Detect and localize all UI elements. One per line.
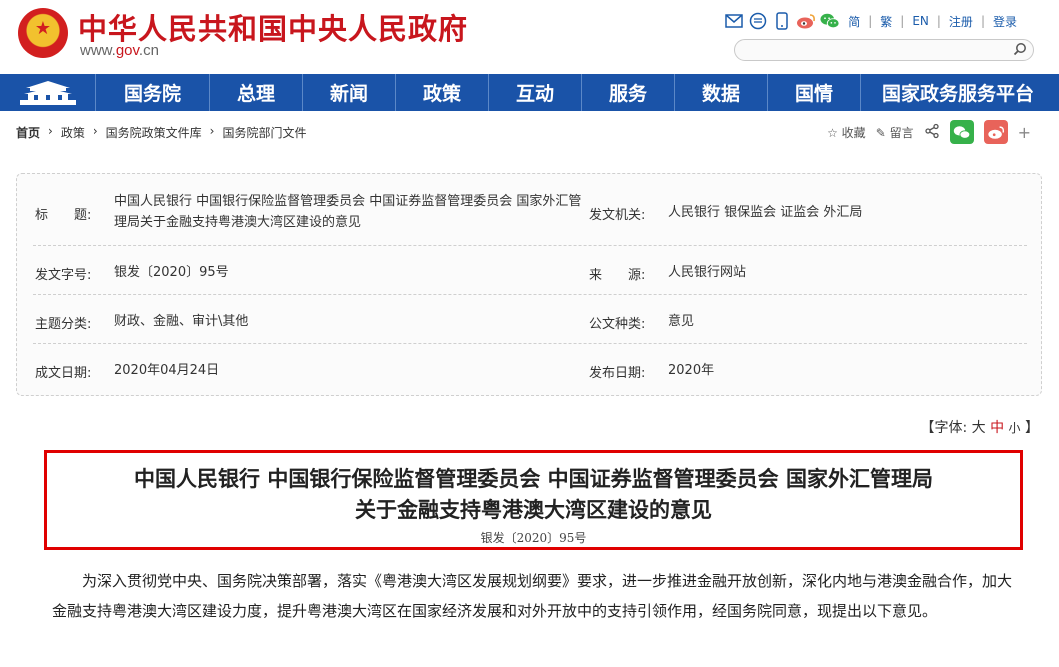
font-size-prefix: 【字体:: [920, 420, 968, 436]
wechat-share-icon[interactable]: [949, 120, 974, 144]
top-tools: 简 | 繁 | EN | 注册 | 登录: [724, 11, 1021, 31]
category-value: 财政、金融、审计\其他: [114, 314, 249, 329]
chevron-right-icon: ›: [209, 124, 215, 138]
simplified-chinese-link[interactable]: 简: [844, 13, 864, 30]
separator: |: [980, 14, 985, 28]
site-url[interactable]: www.gov.cn: [80, 42, 159, 59]
weibo-share-icon[interactable]: [983, 120, 1008, 144]
docno-label: 发文字号:: [35, 268, 92, 283]
comment-label: 留言: [889, 125, 914, 140]
font-size-control: 【字体: 大 中 小 】: [920, 417, 1039, 437]
document-info-table: 标 题: 中国人民银行 中国银行保险监督管理委员会 中国证券监督管理委员会 国家…: [16, 173, 1042, 396]
nav-item-interaction[interactable]: 互动: [489, 74, 582, 111]
separator: |: [868, 14, 873, 28]
breadcrumb-dept-docs[interactable]: 国务院部门文件: [222, 124, 306, 141]
nav-item-services[interactable]: 服务: [582, 74, 675, 111]
nav-item-data[interactable]: 数据: [675, 74, 768, 111]
info-row: 发文字号: 银发〔2020〕95号 来 源: 人民银行网站: [33, 246, 1027, 295]
issuer-label: 发文机关:: [589, 208, 646, 223]
mail-icon[interactable]: [724, 11, 744, 31]
search-input[interactable]: [734, 39, 1034, 61]
traditional-chinese-link[interactable]: 繁: [876, 13, 896, 30]
date-value: 2020年04月24日: [114, 363, 220, 378]
issuer-value: 人民银行 银保监会 证监会 外汇局: [668, 205, 863, 220]
separator: |: [900, 14, 905, 28]
breadcrumb-policy-library[interactable]: 国务院政策文件库: [106, 124, 202, 141]
national-emblem-icon[interactable]: ★: [18, 8, 68, 58]
wechat-icon[interactable]: [820, 11, 840, 31]
source-value: 人民银行网站: [668, 265, 747, 280]
font-size-medium-button[interactable]: 中: [990, 420, 1004, 436]
font-size-small-button[interactable]: 小: [1009, 421, 1021, 435]
breadcrumb-home[interactable]: 首页: [16, 124, 40, 141]
login-link[interactable]: 登录: [989, 13, 1021, 30]
docno-value: 银发〔2020〕95号: [114, 265, 229, 280]
mobile-icon[interactable]: [772, 11, 792, 31]
title-label: 标 题:: [35, 208, 92, 223]
weibo-icon[interactable]: [796, 11, 816, 31]
pencil-icon: ✎: [875, 125, 886, 140]
search-icon[interactable]: [1013, 42, 1027, 60]
main-nav: 国务院 总理 新闻 政策 互动 服务 数据 国情 国家政务服务平台: [0, 74, 1059, 111]
category-label: 主题分类:: [35, 317, 92, 332]
nav-home-tiananmen-icon[interactable]: [0, 74, 96, 111]
info-row: 成文日期: 2020年04月24日 发布日期: 2020年: [33, 344, 1027, 393]
register-link[interactable]: 注册: [945, 13, 977, 30]
nav-item-news[interactable]: 新闻: [303, 74, 396, 111]
date-label: 成文日期:: [35, 366, 92, 381]
doctype-label: 公文种类:: [589, 317, 646, 332]
nav-item-national-info[interactable]: 国情: [768, 74, 861, 111]
separator: |: [936, 14, 941, 28]
chevron-right-icon: ›: [92, 124, 98, 138]
info-row: 主题分类: 财政、金融、审计\其他 公文种类: 意见: [33, 295, 1027, 344]
favorite-label: 收藏: [841, 125, 866, 140]
publish-label: 发布日期:: [589, 366, 646, 381]
star-icon: ☆: [827, 125, 838, 140]
chevron-right-icon: ›: [48, 124, 53, 138]
share-icon[interactable]: [924, 123, 940, 142]
site-header: ★ 中华人民共和国中央人民政府 www.gov.cn 简 | 繁 | EN | …: [0, 0, 1059, 74]
document-title-line2: 关于金融支持粤港澳大湾区建设的意见: [355, 497, 712, 522]
breadcrumb-policy[interactable]: 政策: [61, 124, 85, 141]
nav-item-gov-service-platform[interactable]: 国家政务服务平台: [861, 74, 1055, 111]
nav-item-policy[interactable]: 政策: [396, 74, 489, 111]
more-share-button[interactable]: +: [1018, 123, 1031, 142]
title-value: 中国人民银行 中国银行保险监督管理委员会 中国证券监督管理委员会 国家外汇管理局…: [114, 194, 582, 230]
font-size-suffix: 】: [1025, 420, 1039, 436]
document-title-line1: 中国人民银行 中国银行保险监督管理委员会 中国证券监督管理委员会 国家外汇管理局: [134, 466, 933, 491]
breadcrumb: 首页 › 政策 › 国务院政策文件库 › 国务院部门文件: [16, 124, 307, 141]
publish-value: 2020年: [668, 363, 715, 378]
font-size-large-button[interactable]: 大: [972, 420, 986, 436]
message-icon[interactable]: [748, 11, 768, 31]
comment-button[interactable]: ✎ 留言: [876, 124, 914, 141]
doctype-value: 意见: [668, 314, 695, 329]
document-number: 银发〔2020〕95号: [480, 531, 587, 545]
info-row: 标 题: 中国人民银行 中国银行保险监督管理委员会 中国证券监督管理委员会 国家…: [33, 182, 1027, 246]
english-link[interactable]: EN: [908, 14, 933, 28]
document-title-highlight-box: 中国人民银行 中国银行保险监督管理委员会 中国证券监督管理委员会 国家外汇管理局…: [44, 450, 1023, 550]
nav-item-state-council[interactable]: 国务院: [96, 74, 210, 111]
article-tools: ☆ 收藏 ✎ 留言 +: [827, 120, 1031, 144]
document-paragraph: 为深入贯彻党中央、国务院决策部署，落实《粤港澳大湾区发展规划纲要》要求，进一步推…: [52, 572, 1013, 620]
favorite-button[interactable]: ☆ 收藏: [827, 124, 866, 141]
source-label: 来 源:: [589, 268, 646, 283]
nav-item-premier[interactable]: 总理: [210, 74, 303, 111]
